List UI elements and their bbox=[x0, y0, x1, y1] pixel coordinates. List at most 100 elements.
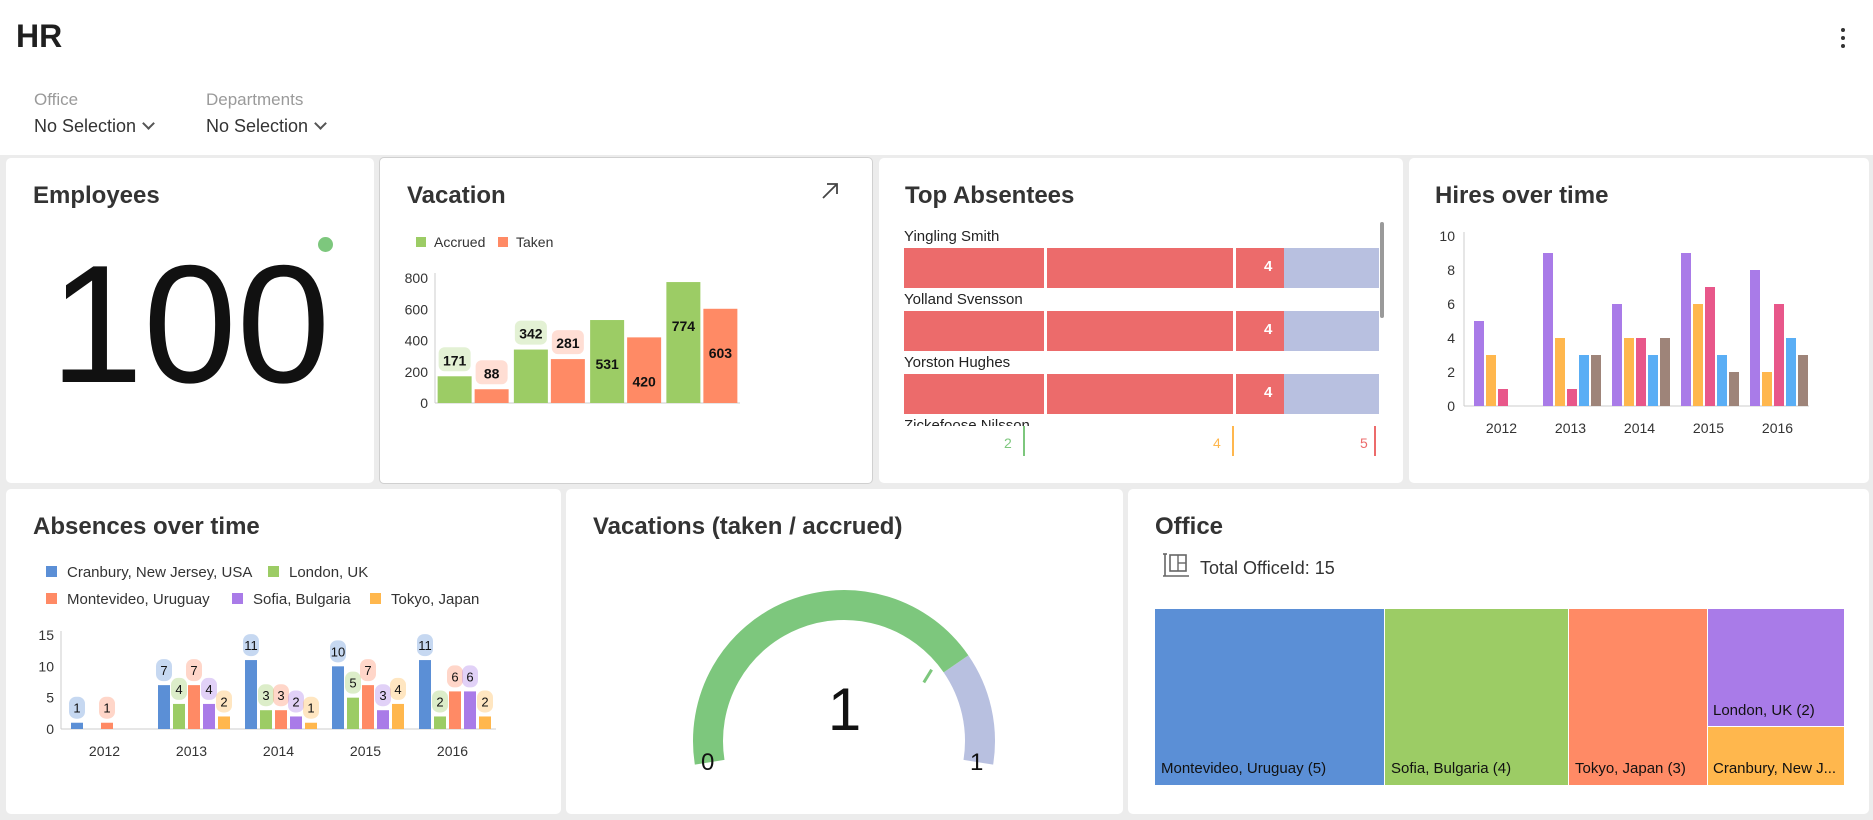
hires-bar bbox=[1612, 304, 1622, 406]
scale-low-marker bbox=[1023, 426, 1025, 456]
office-title: Office bbox=[1155, 513, 1224, 540]
dashboard-title: HR bbox=[16, 18, 63, 54]
legend-swatch bbox=[46, 566, 57, 577]
data-label: 10 bbox=[331, 644, 345, 659]
hires-bar bbox=[1750, 270, 1760, 406]
absentee-bar: 4 bbox=[904, 374, 1379, 414]
absences-bar bbox=[449, 691, 461, 729]
absences-bar bbox=[362, 685, 374, 729]
treemap-tile-tokyo[interactable]: Tokyo, Japan (3) bbox=[1569, 609, 1707, 785]
absences-bar bbox=[218, 716, 230, 729]
absentee-name: Yolland Svensson bbox=[904, 291, 1023, 308]
data-label: 342 bbox=[519, 326, 543, 342]
hires-bar bbox=[1729, 372, 1739, 406]
vacation-title: Vacation bbox=[407, 182, 506, 209]
absences-bar bbox=[377, 710, 389, 729]
absentee-row[interactable]: Yolland Svensson 4 bbox=[904, 291, 1379, 351]
scale-mid-marker bbox=[1232, 426, 1234, 456]
data-label: 2 bbox=[292, 694, 299, 709]
dashboard-header: HR Office No Selection Departments No Se… bbox=[0, 0, 1873, 155]
absentee-bar: 4 bbox=[904, 311, 1379, 351]
legend-swatch bbox=[416, 237, 426, 247]
absences-bar bbox=[203, 703, 215, 729]
data-label: 6 bbox=[451, 669, 458, 684]
absences-bar bbox=[173, 703, 185, 729]
x-tick-label: 2013 bbox=[1555, 420, 1586, 436]
more-options-icon[interactable] bbox=[1839, 28, 1847, 52]
office-treemap[interactable]: Montevideo, Uruguay (5) Sofia, Bulgaria … bbox=[1155, 609, 1844, 785]
office-filter[interactable]: Office No Selection bbox=[34, 90, 155, 137]
legend-label: Sofia, Bulgaria bbox=[253, 591, 351, 608]
absences-bar bbox=[101, 722, 113, 729]
data-label: 3 bbox=[379, 688, 386, 703]
treemap-icon bbox=[1163, 553, 1189, 577]
x-tick-label: 2,016 bbox=[684, 416, 719, 418]
absences-bar bbox=[260, 710, 272, 729]
vacation-card[interactable]: Vacation Accrued Taken 0 200 400 600 800 2,013 1… bbox=[379, 157, 873, 484]
x-tick-label: 2014 bbox=[263, 743, 294, 759]
absences-bar bbox=[434, 716, 446, 729]
scrollbar[interactable] bbox=[1380, 222, 1384, 318]
treemap-tile-cranbury[interactable]: Cranbury, New J... bbox=[1708, 727, 1844, 785]
treemap-tile-london[interactable]: London, UK (2) bbox=[1708, 609, 1844, 726]
y-tick-label: 400 bbox=[405, 333, 429, 349]
absentees-scale: 2 4 5 bbox=[904, 426, 1384, 456]
absentee-row[interactable]: Yingling Smith 4 bbox=[904, 228, 1379, 288]
y-tick-label: 800 bbox=[405, 270, 429, 286]
absentee-bar-fill bbox=[904, 374, 1284, 414]
data-label: 281 bbox=[556, 335, 580, 351]
absences-card[interactable]: Absences over time Cranbury, New Jersey,… bbox=[6, 489, 561, 814]
departments-filter-value: No Selection bbox=[206, 116, 309, 136]
treemap-tile-label: Sofia, Bulgaria (4) bbox=[1391, 760, 1512, 777]
chevron-down-icon bbox=[314, 117, 327, 130]
absentees-list[interactable]: Yingling Smith 4 Yolland Svensson 4 Yorston … bbox=[904, 228, 1384, 426]
top-absentees-card[interactable]: Top Absentees Yingling Smith 4 Yolland Sve… bbox=[879, 158, 1403, 483]
employees-title: Employees bbox=[33, 182, 160, 209]
legend-swatch bbox=[370, 593, 381, 604]
absentee-row[interactable]: Zickefoose Nilsson bbox=[904, 417, 1379, 426]
hires-bar bbox=[1486, 355, 1496, 406]
treemap-tile-montevideo[interactable]: Montevideo, Uruguay (5) bbox=[1155, 609, 1384, 785]
office-card[interactable]: Office Total OfficeId: 15 Montevideo, Ur… bbox=[1128, 489, 1869, 814]
employees-card[interactable]: Employees 100 bbox=[6, 158, 374, 483]
absences-chart: 05101520121 12013747422014113 3 2 1201510573… bbox=[38, 627, 496, 759]
data-label: 3 bbox=[262, 688, 269, 703]
legend-label: Cranbury, New Jersey, USA bbox=[67, 564, 253, 581]
absentee-name: Zickefoose Nilsson bbox=[904, 417, 1030, 426]
absentee-value: 4 bbox=[1264, 384, 1273, 401]
absentee-value: 4 bbox=[1264, 258, 1273, 275]
chevron-down-icon bbox=[142, 117, 155, 130]
hires-chart: 0 2 4 6 8 10 2012 2013 2014 2015 2016 bbox=[1439, 228, 1809, 436]
vacation-bar bbox=[437, 376, 472, 403]
vacations-gauge-card[interactable]: Vacations (taken / accrued) 1 0 1 bbox=[566, 489, 1123, 814]
x-tick-label: 2016 bbox=[437, 743, 468, 759]
treemap-tile-sofia[interactable]: Sofia, Bulgaria (4) bbox=[1385, 609, 1568, 785]
hires-bar bbox=[1636, 338, 1646, 406]
hires-bar bbox=[1579, 355, 1589, 406]
absences-bar bbox=[464, 691, 476, 729]
gauge-max-label: 1 bbox=[970, 749, 984, 776]
hires-bar bbox=[1762, 372, 1772, 406]
bar-segment-divider bbox=[1233, 311, 1236, 351]
absences-bar bbox=[188, 685, 200, 729]
absences-bar bbox=[332, 666, 344, 729]
treemap-tile-label: Montevideo, Uruguay (5) bbox=[1161, 760, 1327, 777]
x-tick-label: 2015 bbox=[1693, 420, 1724, 436]
departments-filter[interactable]: Departments No Selection bbox=[206, 90, 327, 137]
absentee-name: Yorston Hughes bbox=[904, 354, 1011, 371]
y-tick-label: 600 bbox=[405, 301, 429, 317]
gauge-min-label: 0 bbox=[701, 749, 715, 776]
absentee-row[interactable]: Yorston Hughes 4 bbox=[904, 354, 1379, 414]
y-tick-label: 15 bbox=[38, 627, 54, 643]
legend-swatch bbox=[46, 593, 57, 604]
data-label: 7 bbox=[160, 663, 167, 678]
hires-card[interactable]: Hires over time 0 2 4 6 8 10 2012 2013 2014 2015 2… bbox=[1409, 158, 1869, 483]
vacation-bar bbox=[666, 282, 701, 403]
hires-bar bbox=[1648, 355, 1658, 406]
bar-segment-divider bbox=[1044, 248, 1047, 288]
hires-bar bbox=[1681, 253, 1691, 406]
legend-label: Taken bbox=[516, 234, 553, 250]
expand-icon[interactable] bbox=[821, 182, 839, 200]
vacations-gauge-title: Vacations (taken / accrued) bbox=[593, 513, 903, 540]
data-label: 4 bbox=[205, 682, 212, 697]
